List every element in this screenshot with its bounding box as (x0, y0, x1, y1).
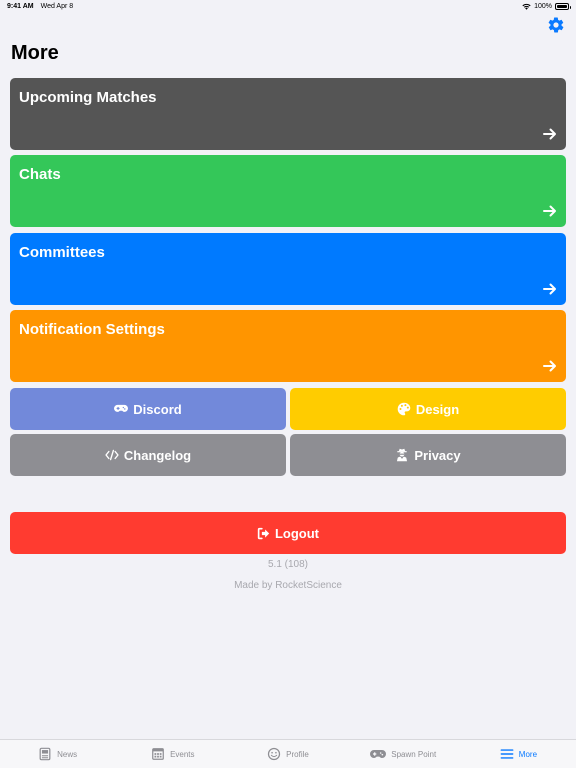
committees-card[interactable]: Committees (10, 233, 566, 305)
tab-spawn-point[interactable]: Spawn Point (346, 740, 461, 768)
palette-icon (397, 402, 411, 416)
user-secret-icon (397, 448, 408, 462)
credit-text: Made by RocketScience (234, 580, 342, 591)
settings-button[interactable] (547, 16, 565, 34)
logout-button[interactable]: Logout (10, 512, 566, 554)
gamepad-icon (370, 750, 387, 758)
tab-news[interactable]: News (0, 740, 115, 768)
status-bar: 9:41 AM Wed Apr 8 100% (0, 0, 576, 12)
gear-icon (548, 17, 564, 33)
newspaper-icon (39, 747, 51, 761)
status-date: Wed Apr 8 (40, 2, 74, 10)
logout-label: Logout (274, 525, 320, 541)
tab-bar: News Events Profile Spawn Point More (0, 739, 576, 768)
discord-label: Discord (133, 401, 182, 417)
card-label: Upcoming Matches (19, 89, 157, 106)
discord-button[interactable]: Discord (10, 388, 286, 430)
tab-label: More (518, 749, 538, 759)
tab-more[interactable]: More (461, 740, 576, 768)
code-icon (105, 449, 119, 461)
tab-label: News (57, 749, 78, 759)
arrow-right-icon (543, 360, 556, 372)
status-right: 100% (522, 2, 571, 10)
arrow-right-icon (543, 205, 556, 217)
tab-label: Spawn Point (391, 749, 437, 759)
calendar-icon (152, 748, 164, 760)
design-label: Design (415, 401, 460, 417)
card-label: Committees (19, 244, 105, 261)
sign-out-icon (257, 527, 270, 539)
chats-card[interactable]: Chats (10, 155, 566, 227)
battery-icon (555, 2, 571, 10)
upcoming-matches-card[interactable]: Upcoming Matches (10, 78, 566, 150)
tab-profile[interactable]: Profile (230, 740, 345, 768)
page-title: More (11, 42, 59, 64)
arrow-right-icon (543, 128, 556, 140)
menu-icon (500, 749, 514, 759)
notification-settings-card[interactable]: Notification Settings (10, 310, 566, 382)
battery-percent: 100% (534, 2, 552, 10)
card-label: Notification Settings (19, 321, 165, 338)
changelog-label: Changelog (123, 447, 192, 463)
wifi-icon (522, 3, 531, 10)
design-button[interactable]: Design (290, 388, 566, 430)
gamepad-icon (114, 404, 129, 412)
tab-events[interactable]: Events (115, 740, 230, 768)
smiley-icon (268, 747, 281, 761)
tab-label: Events (170, 749, 195, 759)
tab-label: Profile (286, 749, 309, 759)
status-left: 9:41 AM Wed Apr 8 (7, 3, 73, 10)
status-time: 9:41 AM (7, 2, 34, 10)
card-label: Chats (19, 166, 61, 183)
app-version: 5.1 (108) (267, 559, 309, 570)
changelog-button[interactable]: Changelog (10, 434, 286, 476)
privacy-button[interactable]: Privacy (290, 434, 566, 476)
privacy-label: Privacy (414, 447, 461, 463)
arrow-right-icon (543, 283, 556, 295)
